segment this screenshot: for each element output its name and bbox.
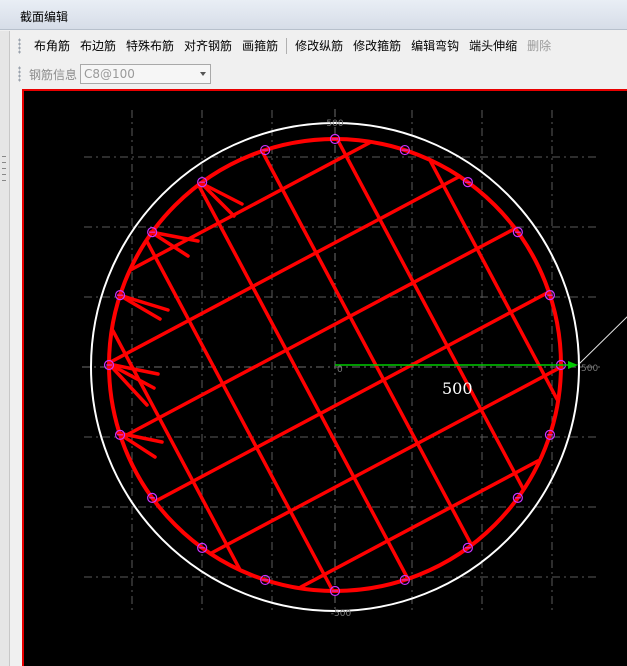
stirrup-leg [298,458,541,589]
window-title: 截面编辑 [20,10,69,24]
rebar-info-toolbar: 钢筋信息 C8@100 [18,62,418,86]
place-edge-rebar-button[interactable]: 布边筋 [75,36,121,56]
stirrup-leg [261,151,473,546]
toolbar-separator [286,38,288,54]
section-canvas[interactable]: 500 -500 500 0 500 [22,89,627,666]
radius-arrowhead [568,361,578,369]
special-rebar-button[interactable]: 特殊布筋 [121,36,179,56]
stirrup-leg [197,184,409,579]
radius-dimension-text: 500 [442,379,473,398]
edit-hook-button[interactable]: 编辑弯钩 [406,36,464,56]
stirrup-leg [154,291,549,503]
dock-tick [2,156,6,157]
end-extend-button[interactable]: 端头伸缩 [464,36,522,56]
edit-longitudinal-rebar-button[interactable]: 修改纵筋 [290,36,348,56]
main-toolbar: 布角筋 布边筋 特殊布筋 对齐钢筋 画箍筋 修改纵筋 修改箍筋 编辑弯钩 端头伸… [18,34,623,58]
toolbar-grip[interactable] [18,38,21,54]
left-dock-strip [0,31,10,666]
dock-tick [2,174,6,175]
leader-line [577,316,627,366]
stirrup-leg [121,227,516,439]
rebar-info-select[interactable]: C8@100 [80,64,212,84]
align-rebar-button[interactable]: 对齐钢筋 [179,36,237,56]
stirrup-leg [129,141,372,272]
dock-tick [2,162,6,163]
rebar-info-value: C8@100 [84,67,135,81]
dock-tick [2,168,6,169]
dock-tick [2,180,6,181]
stirrup-leg [428,159,559,402]
hook-ends [107,181,244,459]
stirrup-leg [111,328,242,571]
toolbar-grip[interactable] [18,66,21,82]
section-drawing: 500 -500 500 0 500 [82,109,627,619]
place-corner-rebar-button[interactable]: 布角筋 [29,36,75,56]
edit-stirrup-button[interactable]: 修改箍筋 [348,36,406,56]
axis-label-top: 500 [326,119,343,129]
grid-lines [84,110,598,610]
rebar-info-label: 钢筋信息 [29,67,78,82]
axis-label-origin: 0 [337,365,343,375]
chevron-down-icon[interactable] [200,72,207,76]
draw-stirrup-button[interactable]: 画箍筋 [237,36,283,56]
axis-label-bottom: -500 [331,609,352,619]
axis-label-right: 500 [581,364,598,374]
title-bar: 截面编辑 [0,0,627,30]
delete-button[interactable]: 删除 [522,36,556,56]
